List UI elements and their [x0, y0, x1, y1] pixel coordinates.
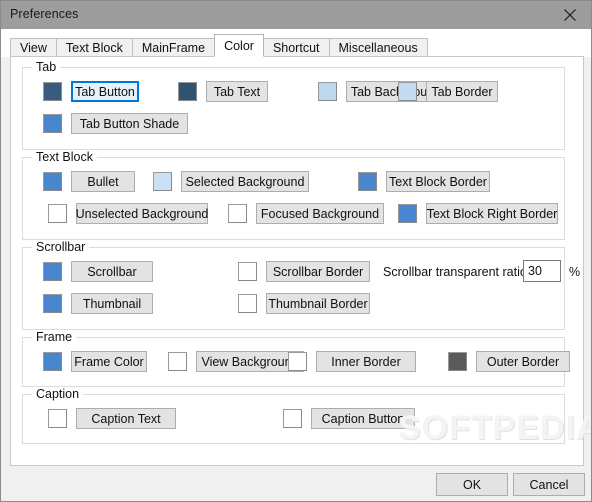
button-tab-border[interactable]: Tab Border	[426, 81, 498, 102]
color-swatch-scrollbar-border[interactable]	[238, 262, 257, 281]
close-icon[interactable]	[547, 1, 591, 29]
scrollbar-ratio-label: Scrollbar transparent ratio:	[383, 265, 531, 279]
color-swatch-frame-color[interactable]	[43, 352, 62, 371]
button-text-block-right-border[interactable]: Text Block Right Border	[426, 203, 558, 224]
tab-mainframe[interactable]: MainFrame	[131, 38, 216, 57]
button-selected-background[interactable]: Selected Background	[181, 171, 309, 192]
color-settings-panel: Tab Tab Button Tab Text Tab Background Tab B…	[10, 56, 584, 466]
button-text-block-border[interactable]: Text Block Border	[386, 171, 490, 192]
color-swatch-thumbnail-border[interactable]	[238, 294, 257, 313]
color-swatch-tab-button[interactable]	[43, 82, 62, 101]
color-swatch-tab-button-shade[interactable]	[43, 114, 62, 133]
tab-text-block[interactable]: Text Block	[55, 38, 133, 57]
preferences-dialog: Preferences View Text Block MainFrame Color…	[0, 0, 592, 502]
button-outer-border[interactable]: Outer Border	[476, 351, 570, 372]
button-scrollbar-border[interactable]: Scrollbar Border	[266, 261, 370, 282]
color-swatch-inner-border[interactable]	[288, 352, 307, 371]
color-swatch-focused-background[interactable]	[228, 204, 247, 223]
scrollbar-ratio-unit: %	[569, 265, 581, 279]
color-swatch-view-background[interactable]	[168, 352, 187, 371]
button-tab-button[interactable]: Tab Button	[71, 81, 139, 102]
button-frame-color[interactable]: Frame Color	[71, 351, 147, 372]
button-tab-button-shade[interactable]: Tab Button Shade	[71, 113, 188, 134]
color-swatch-text-block-border[interactable]	[358, 172, 377, 191]
color-swatch-tab-text[interactable]	[178, 82, 197, 101]
color-swatch-unselected-background[interactable]	[48, 204, 67, 223]
group-frame: Frame Frame Color View Background Inner Bor…	[22, 330, 570, 387]
title-bar: Preferences	[1, 1, 591, 29]
group-title: Frame	[32, 330, 77, 344]
color-swatch-caption-text[interactable]	[48, 409, 67, 428]
window-title: Preferences	[10, 7, 79, 21]
scrollbar-ratio-input[interactable]	[523, 260, 561, 282]
ok-button[interactable]: OK	[436, 473, 508, 496]
button-caption-text[interactable]: Caption Text	[76, 408, 176, 429]
tab-list: View Text Block MainFrame Color Shortcut Misc…	[10, 34, 428, 57]
group-text-block: Text Block Bullet Selected Background Text …	[22, 150, 565, 240]
color-swatch-outer-border[interactable]	[448, 352, 467, 371]
tab-color[interactable]: Color	[214, 34, 264, 57]
button-tab-text[interactable]: Tab Text	[206, 81, 268, 102]
tab-shortcut[interactable]: Shortcut	[262, 38, 330, 57]
button-scrollbar[interactable]: Scrollbar	[71, 261, 153, 282]
cancel-button[interactable]: Cancel	[513, 473, 585, 496]
color-swatch-tab-background[interactable]	[318, 82, 337, 101]
group-scrollbar: Scrollbar Scrollbar Scrollbar Border Thumbn…	[22, 240, 580, 330]
tab-miscellaneous[interactable]: Miscellaneous	[328, 38, 428, 57]
group-title: Text Block	[32, 150, 97, 164]
tab-strip: View Text Block MainFrame Color Shortcut Misc…	[1, 29, 591, 57]
button-focused-background[interactable]: Focused Background	[256, 203, 384, 224]
button-bullet[interactable]: Bullet	[71, 171, 135, 192]
tab-view[interactable]: View	[10, 38, 57, 57]
color-swatch-thumbnail[interactable]	[43, 294, 62, 313]
button-caption-button[interactable]: Caption Button	[311, 408, 415, 429]
color-swatch-tab-border[interactable]	[398, 82, 417, 101]
color-swatch-caption-button[interactable]	[283, 409, 302, 428]
button-unselected-background[interactable]: Unselected Background	[76, 203, 208, 224]
group-caption: Caption Caption Text Caption Button	[22, 387, 565, 444]
color-swatch-scrollbar[interactable]	[43, 262, 62, 281]
group-tab: Tab Tab Button Tab Text Tab Background Tab B…	[22, 60, 565, 150]
color-swatch-text-block-right-border[interactable]	[398, 204, 417, 223]
group-title: Caption	[32, 387, 84, 401]
button-thumbnail[interactable]: Thumbnail	[71, 293, 153, 314]
button-thumbnail-border[interactable]: Thumbnail Border	[266, 293, 370, 314]
group-title: Scrollbar	[32, 240, 90, 254]
color-swatch-selected-background[interactable]	[153, 172, 172, 191]
color-swatch-bullet[interactable]	[43, 172, 62, 191]
button-inner-border[interactable]: Inner Border	[316, 351, 416, 372]
group-title: Tab	[32, 60, 61, 74]
